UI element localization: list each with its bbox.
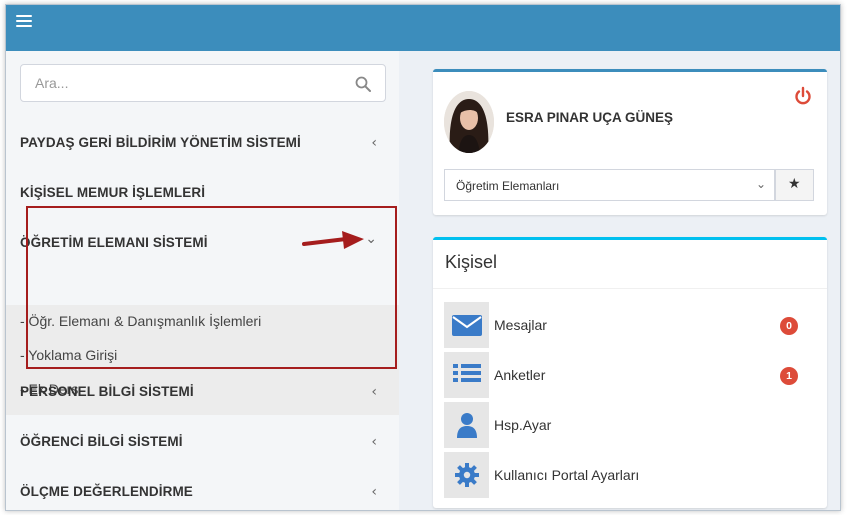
app-window: PAYDAŞ GERİ BİLDİRİM YÖNETİM SİSTEMİ ‹ K…: [5, 4, 841, 511]
sidebar: PAYDAŞ GERİ BİLDİRİM YÖNETİM SİSTEMİ ‹ K…: [6, 51, 400, 510]
search-input[interactable]: [33, 74, 337, 92]
sidebar-item-olcme[interactable]: ÖLÇME DEĞERLENDİRME ‹: [6, 472, 399, 510]
list-item-portal-ayarlari[interactable]: Kullanıcı Portal Ayarları: [444, 452, 814, 498]
chevron-left-icon: ‹: [371, 135, 377, 151]
hamburger-menu-icon[interactable]: [16, 15, 32, 29]
submenu-item-danismanlik[interactable]: - Öğr. Elemanı & Danışmanlık İşlemleri: [20, 313, 261, 329]
sidebar-item-label: KİŞİSEL MEMUR İŞLEMLERİ: [20, 185, 206, 200]
list-item-mesajlar[interactable]: Mesajlar 0: [444, 302, 814, 348]
list-item-label: Kullanıcı Portal Ayarları: [494, 467, 640, 483]
submenu-item-yoklama[interactable]: - Yoklama Girişi: [20, 347, 117, 363]
box-title: Kişisel: [445, 252, 498, 272]
sidebar-item-kisisel-memur[interactable]: KİŞİSEL MEMUR İŞLEMLERİ: [6, 173, 399, 213]
sidebar-item-label: PERSONEL BİLGİ SİSTEMİ: [20, 384, 194, 399]
divider: [433, 288, 827, 289]
user-name: ESRA PINAR UÇA GÜNEŞ: [506, 110, 674, 125]
envelope-icon: [452, 315, 482, 336]
list-item-anketler[interactable]: Anketler 1: [444, 352, 814, 398]
main-content: ESRA PINAR UÇA GÜNEŞ Öğretim Elemanları …: [399, 51, 840, 510]
role-select[interactable]: Öğretim Elemanları ⌄: [444, 169, 775, 201]
avatar: [444, 91, 494, 153]
user-icon: [457, 413, 477, 438]
role-select-value: Öğretim Elemanları: [456, 179, 560, 193]
profile-box: ESRA PINAR UÇA GÜNEŞ Öğretim Elemanları …: [433, 69, 827, 215]
list-item-label: Mesajlar: [494, 317, 547, 333]
sidebar-item-label: ÖĞRENCİ BİLGİ SİSTEMİ: [20, 434, 183, 449]
power-icon[interactable]: [793, 86, 813, 106]
chevron-down-icon: ⌄: [365, 231, 377, 247]
kisisel-box: Kişisel Mesajlar 0 Anketler 1 Hsp.Ayar K…: [433, 237, 827, 508]
pointer-arrow-icon: [302, 231, 364, 249]
list-item-label: Hsp.Ayar: [494, 417, 552, 433]
sidebar-item-label: ÖLÇME DEĞERLENDİRME: [20, 484, 193, 499]
sidebar-item-label: ÖĞRETİM ELEMANI SİSTEMİ: [20, 235, 208, 250]
list-item-label: Anketler: [494, 367, 546, 383]
sidebar-item-paydas[interactable]: PAYDAŞ GERİ BİLDİRİM YÖNETİM SİSTEMİ ‹: [6, 123, 399, 163]
gear-icon: [455, 463, 479, 487]
list-item-hsp-ayar[interactable]: Hsp.Ayar: [444, 402, 814, 448]
top-navbar: [6, 5, 840, 51]
chevron-left-icon: ‹: [371, 434, 377, 450]
chevron-left-icon: ‹: [371, 384, 377, 400]
list-icon: [453, 364, 481, 382]
star-icon: ★: [788, 176, 801, 192]
sidebar-item-ogrenci[interactable]: ÖĞRENCİ BİLGİ SİSTEMİ ‹: [6, 422, 399, 462]
message-count-badge: 0: [780, 317, 798, 335]
favorite-button[interactable]: ★: [775, 169, 814, 201]
search-icon[interactable]: [355, 76, 371, 92]
sidebar-item-personel[interactable]: PERSONEL BİLGİ SİSTEMİ ‹: [6, 372, 399, 412]
chevron-left-icon: ‹: [371, 484, 377, 500]
survey-count-badge: 1: [780, 367, 798, 385]
chevron-down-icon: ⌄: [755, 177, 766, 191]
search-box: [20, 64, 386, 102]
sidebar-item-label: PAYDAŞ GERİ BİLDİRİM YÖNETİM SİSTEMİ: [20, 135, 301, 150]
